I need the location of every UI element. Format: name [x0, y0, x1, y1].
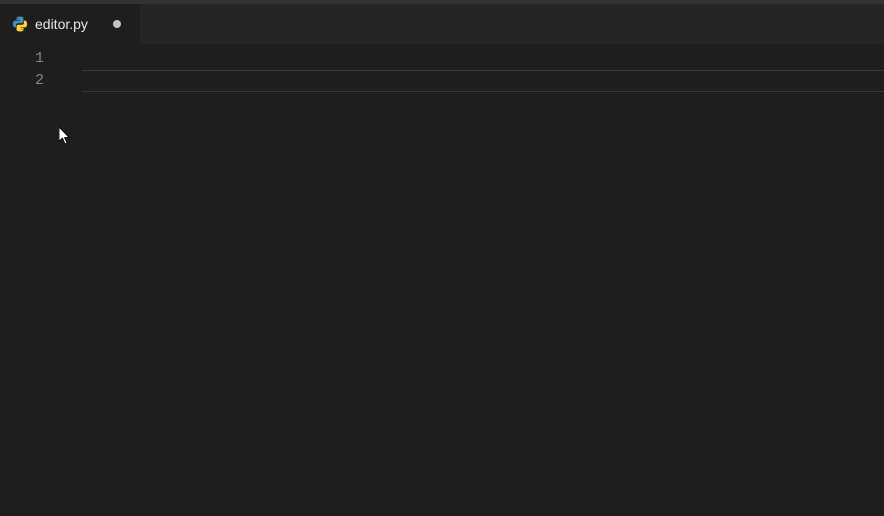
code-line[interactable] [62, 48, 884, 70]
editor-area[interactable]: 1 2 [0, 44, 884, 516]
python-file-icon [12, 16, 28, 32]
line-number-gutter: 1 2 [0, 44, 62, 516]
editor-tab[interactable]: editor.py [0, 4, 140, 44]
tab-filename: editor.py [35, 16, 88, 32]
line-number: 1 [0, 48, 62, 70]
line-number: 2 [0, 70, 62, 92]
tab-bar: editor.py [0, 4, 884, 44]
code-content[interactable] [62, 44, 884, 516]
unsaved-changes-icon[interactable] [113, 20, 121, 28]
code-line[interactable] [62, 70, 884, 92]
